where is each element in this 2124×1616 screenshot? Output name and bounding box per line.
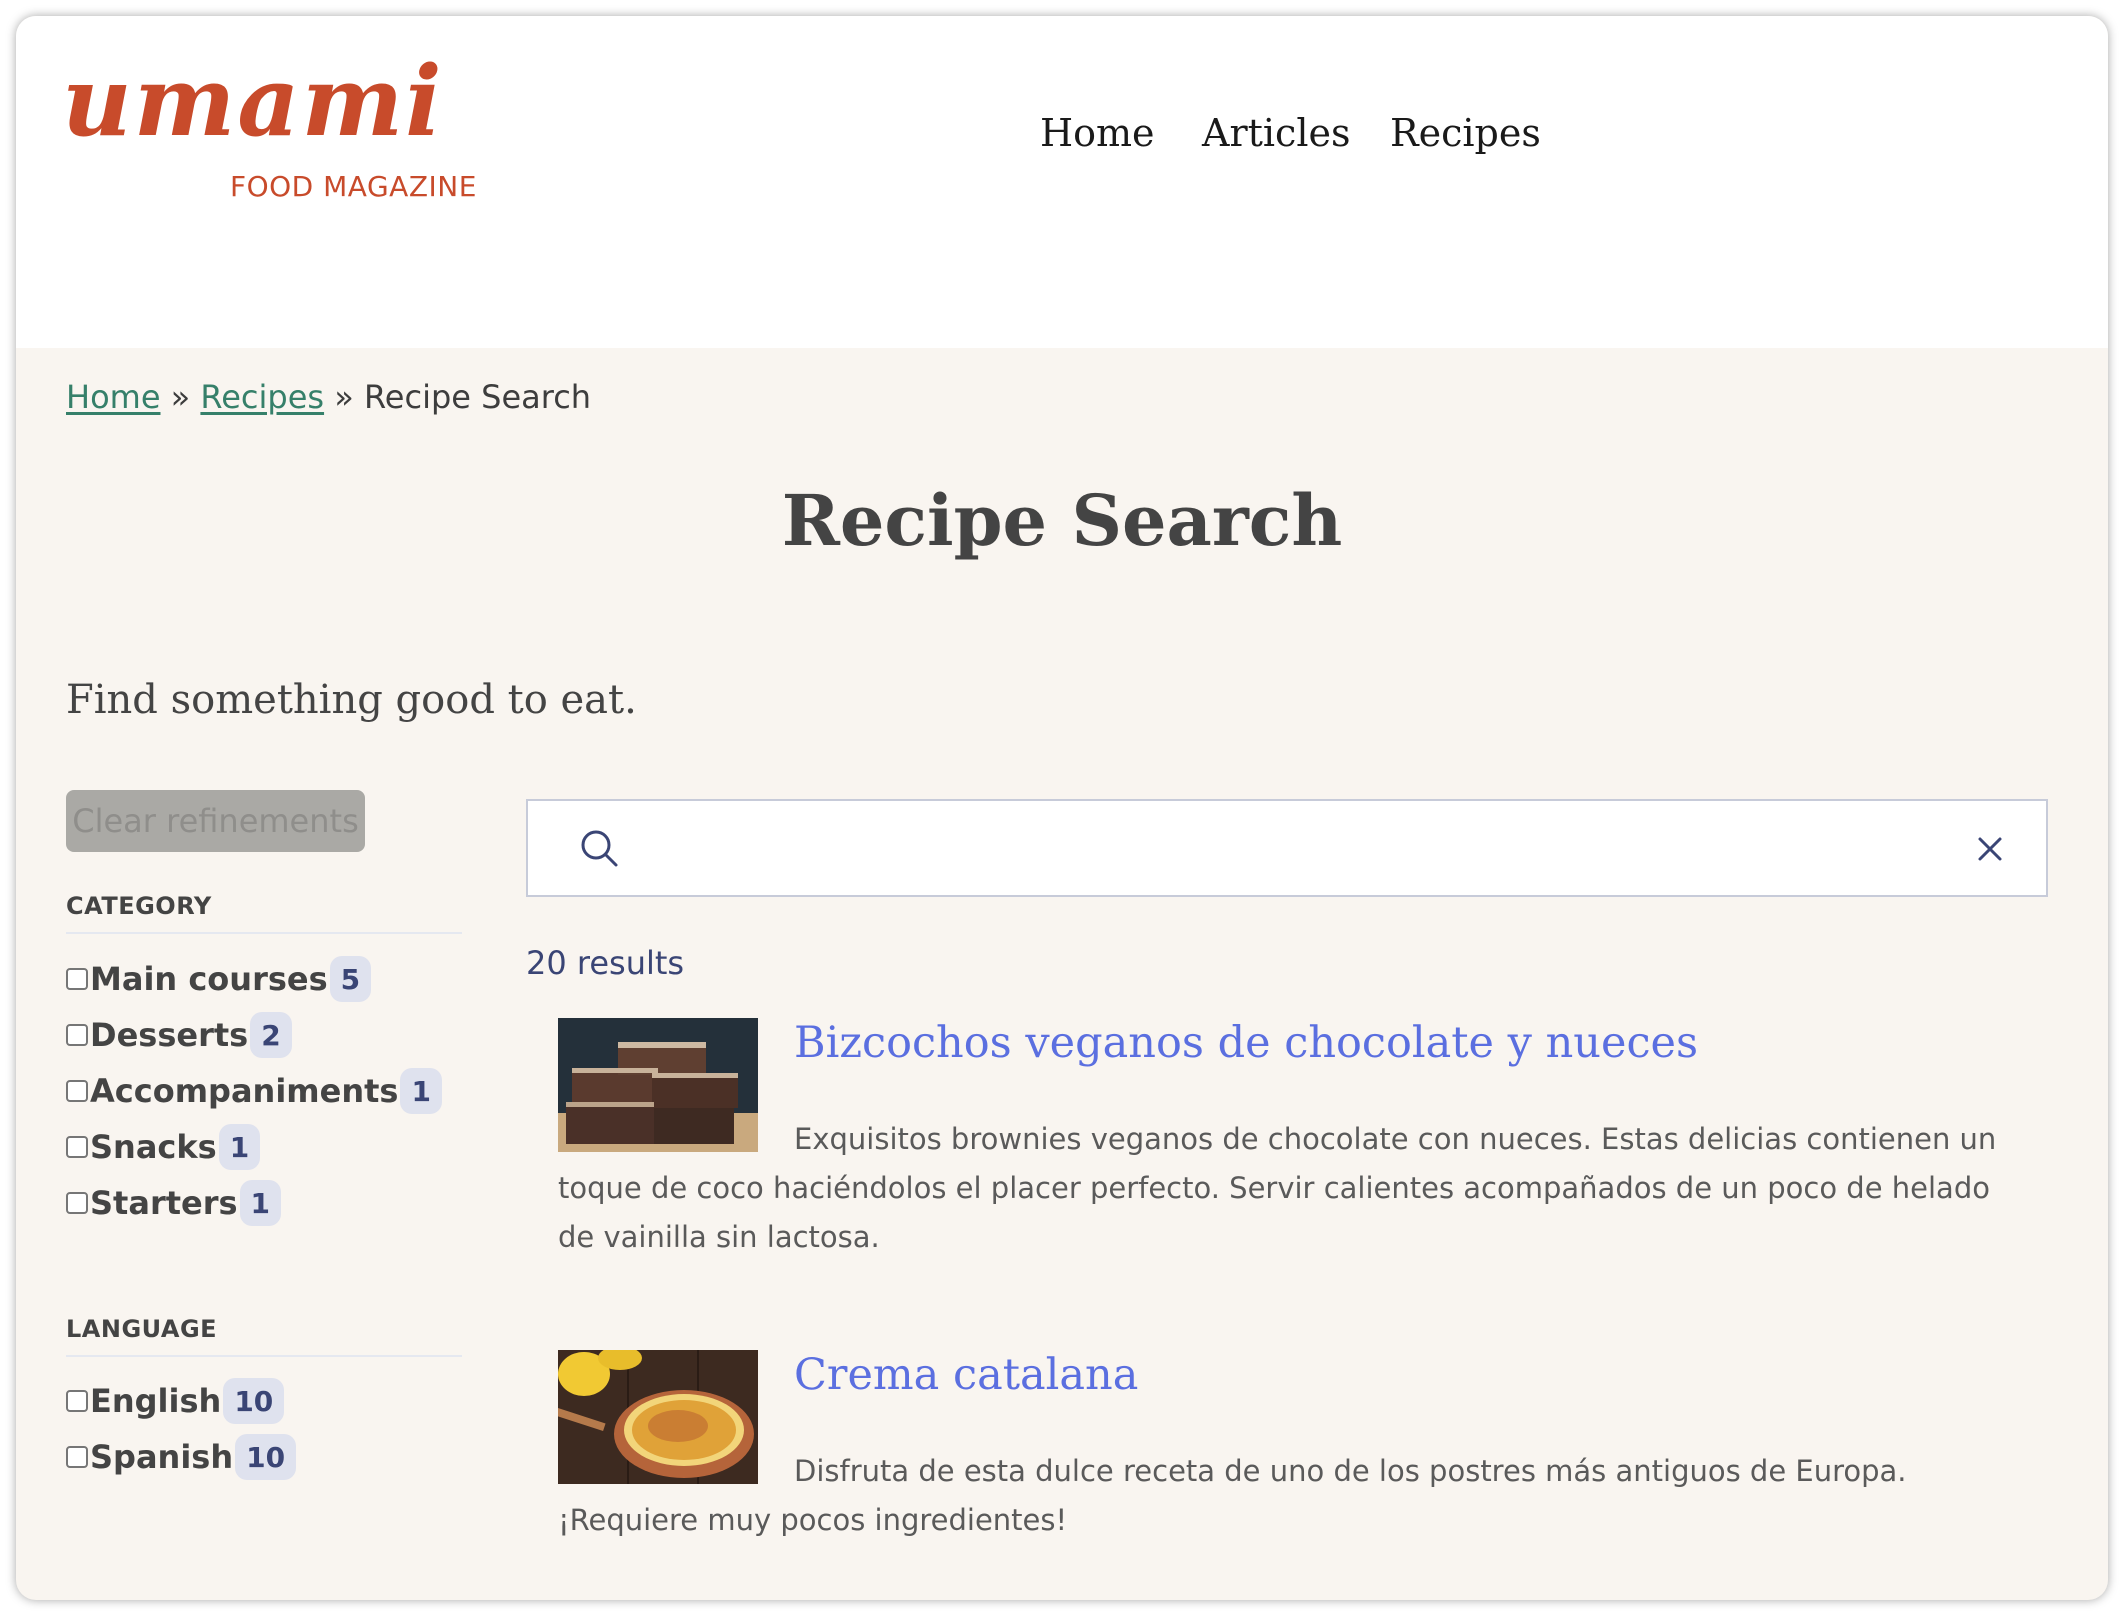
facet-divider — [66, 932, 462, 934]
checkbox[interactable] — [66, 1080, 88, 1102]
facet-item-desserts[interactable]: Desserts 2 — [66, 1010, 292, 1060]
checkbox[interactable] — [66, 1136, 88, 1158]
facet-label: Desserts — [90, 1016, 249, 1054]
facet-label: Starters — [90, 1184, 238, 1222]
logo[interactable]: umami — [62, 54, 444, 150]
count-badge: 1 — [400, 1068, 442, 1114]
count-badge: 1 — [218, 1124, 261, 1170]
breadcrumb: Home » Recipes » Recipe Search — [66, 378, 591, 416]
facet-item-snacks[interactable]: Snacks 1 — [66, 1122, 261, 1172]
nav-articles[interactable]: Articles — [1202, 114, 1350, 152]
count-badge: 5 — [329, 956, 372, 1002]
count-badge: 1 — [239, 1180, 282, 1226]
facet-label: English — [90, 1382, 222, 1420]
facet-item-starters[interactable]: Starters 1 — [66, 1178, 282, 1228]
clear-refinements-button[interactable]: Clear refinements — [66, 790, 365, 852]
result-title-link[interactable]: Bizcochos veganos de chocolate y nueces — [794, 1018, 1698, 1070]
facet-label: Main courses — [90, 960, 328, 998]
results-count: 20 results — [526, 944, 685, 982]
facet-item-main-courses[interactable]: Main courses 5 — [66, 954, 372, 1004]
facet-item-spanish[interactable]: Spanish 10 — [66, 1432, 297, 1482]
logo-subtitle: FOOD MAGAZINE — [230, 170, 477, 203]
breadcrumb-home[interactable]: Home — [66, 378, 161, 416]
nav-recipes[interactable]: Recipes — [1390, 114, 1541, 152]
checkbox[interactable] — [66, 1390, 88, 1412]
checkbox[interactable] — [66, 1192, 88, 1214]
facet-title-category: CATEGORY — [66, 892, 212, 920]
page-tagline: Find something good to eat. — [66, 677, 637, 723]
search-icon[interactable] — [578, 827, 622, 871]
count-badge: 10 — [223, 1378, 285, 1424]
nav-home[interactable]: Home — [1040, 114, 1155, 152]
facet-title-language: LANGUAGE — [66, 1315, 218, 1343]
facet-item-accompaniments[interactable]: Accompaniments 1 — [66, 1066, 442, 1116]
breadcrumb-separator: » — [334, 378, 354, 416]
result-description: Exquisitos brownies veganos de chocolate… — [558, 1122, 1997, 1254]
facet-item-english[interactable]: English 10 — [66, 1376, 285, 1426]
facet-divider — [66, 1355, 462, 1357]
breadcrumb-separator: » — [170, 378, 191, 416]
checkbox[interactable] — [66, 1024, 88, 1046]
site-header: umami FOOD MAGAZINE Home Articles Recipe… — [16, 16, 2108, 348]
search-input[interactable] — [648, 811, 1952, 887]
checkbox[interactable] — [66, 1446, 88, 1468]
search-box — [526, 799, 2048, 897]
breadcrumb-current: Recipe Search — [363, 378, 592, 416]
page-title: Recipe Search — [781, 479, 1343, 562]
result-title-link[interactable]: Crema catalana — [794, 1350, 1138, 1402]
count-badge: 2 — [250, 1012, 292, 1058]
browser-page: umami FOOD MAGAZINE Home Articles Recipe… — [16, 16, 2108, 1600]
checkbox[interactable] — [66, 968, 88, 990]
close-icon[interactable] — [1976, 835, 2004, 863]
facet-label: Spanish — [90, 1438, 234, 1476]
facet-label: Accompaniments — [90, 1072, 399, 1110]
count-badge: 10 — [235, 1434, 297, 1480]
breadcrumb-recipes[interactable]: Recipes — [200, 378, 324, 416]
facet-label: Snacks — [90, 1128, 217, 1166]
result-description: Disfruta de esta dulce receta de uno de … — [558, 1454, 1907, 1537]
